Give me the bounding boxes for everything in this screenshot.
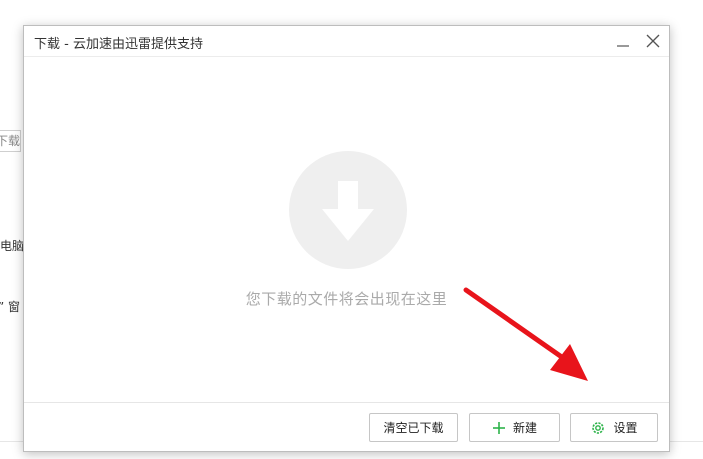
background-text: 电脑 xyxy=(0,239,25,253)
new-download-button[interactable]: 新建 xyxy=(469,413,560,442)
plus-icon xyxy=(492,421,506,435)
download-dialog: 下载 - 云加速由迅雷提供支持 您下载的文件将会出现在这里 清空已下载 新建 设… xyxy=(23,25,670,452)
empty-state-illustration xyxy=(289,151,407,269)
minimize-button[interactable] xyxy=(612,30,634,52)
close-button[interactable] xyxy=(642,30,664,52)
dialog-footer: 清空已下载 新建 设置 xyxy=(24,402,669,451)
dialog-title: 下载 - 云加速由迅雷提供支持 xyxy=(34,37,203,52)
dialog-titlebar[interactable]: 下载 - 云加速由迅雷提供支持 xyxy=(24,26,669,57)
settings-label: 设置 xyxy=(613,421,638,435)
gear-icon xyxy=(590,420,606,436)
background-search-input[interactable]: 下载 xyxy=(0,130,21,152)
download-arrow-icon xyxy=(322,181,374,241)
background-text: ” 窗 xyxy=(0,300,21,314)
settings-button[interactable]: 设置 xyxy=(570,413,658,442)
close-icon xyxy=(646,34,660,48)
clear-downloaded-button[interactable]: 清空已下载 xyxy=(369,413,458,442)
clear-downloaded-label: 清空已下载 xyxy=(383,421,444,435)
empty-state-message: 您下载的文件将会出现在这里 xyxy=(245,290,448,308)
new-download-label: 新建 xyxy=(512,421,537,435)
minimize-icon xyxy=(617,45,629,47)
